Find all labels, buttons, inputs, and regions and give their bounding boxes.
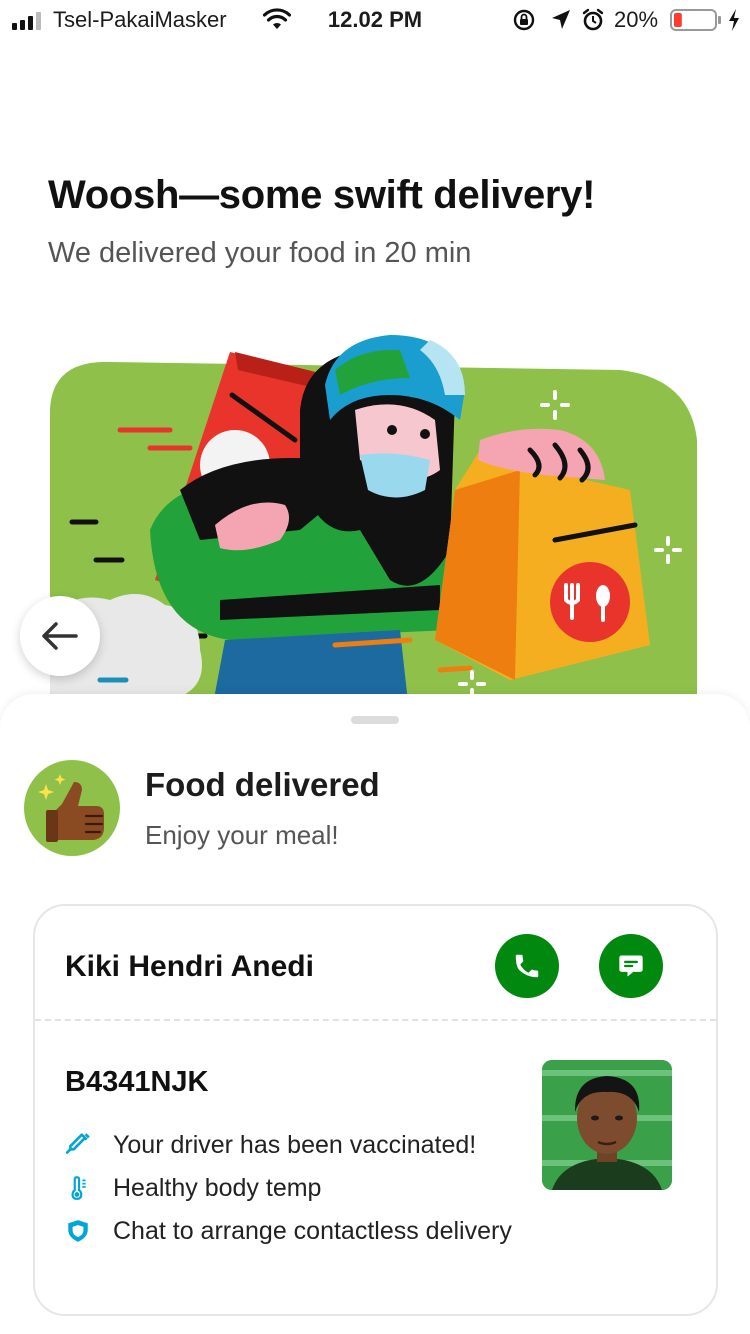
alarm-icon xyxy=(582,8,604,31)
chat-driver-button[interactable] xyxy=(599,934,663,998)
license-plate: B4341NJK xyxy=(65,1066,209,1098)
driver-card: Kiki Hendri Anedi B4341NJK Your driver h… xyxy=(33,904,718,1316)
driver-photo xyxy=(542,1060,672,1190)
card-divider xyxy=(35,1019,716,1021)
delivery-time-subtitle: We delivered your food in 20 min xyxy=(48,237,472,269)
driver-name: Kiki Hendri Anedi xyxy=(65,950,314,983)
thermometer-icon xyxy=(71,1176,86,1200)
charging-bolt-icon xyxy=(729,9,739,31)
orientation-lock-icon xyxy=(513,9,535,31)
order-status-title: Food delivered xyxy=(145,766,380,803)
safety-item-body-temp: Healthy body temp xyxy=(65,1171,525,1205)
phone-icon xyxy=(515,954,539,978)
safety-text: Chat to arrange contactless delivery xyxy=(113,1217,512,1245)
delivery-driver-illustration xyxy=(50,335,697,720)
status-bar: Tsel-PakaiMasker 12.02 PM 20% xyxy=(0,0,750,40)
safety-item-vaccinated: Your driver has been vaccinated! xyxy=(65,1128,525,1162)
page-title: Woosh—some swift delivery! xyxy=(48,173,596,217)
syringe-icon xyxy=(65,1133,90,1154)
sheet-drag-handle[interactable] xyxy=(351,716,399,724)
battery-percent: 20% xyxy=(614,7,659,32)
safety-text: Healthy body temp xyxy=(113,1174,322,1202)
safety-item-contactless: Chat to arrange contactless delivery xyxy=(65,1214,525,1248)
back-button[interactable] xyxy=(20,596,100,676)
order-status-subtitle: Enjoy your meal! xyxy=(145,820,339,850)
arrow-left-icon xyxy=(42,622,78,650)
bottom-sheet: Food delivered Enjoy your meal! Kiki Hen… xyxy=(0,694,750,1334)
shield-icon xyxy=(68,1220,88,1242)
call-driver-button[interactable] xyxy=(495,934,559,998)
location-arrow-icon xyxy=(552,10,570,29)
thumbs-up-icon xyxy=(24,760,120,856)
chat-icon xyxy=(619,955,643,977)
battery-icon xyxy=(670,9,721,31)
safety-text: Your driver has been vaccinated! xyxy=(113,1131,477,1159)
safety-list: Your driver has been vaccinated! Healthy… xyxy=(65,1128,525,1257)
